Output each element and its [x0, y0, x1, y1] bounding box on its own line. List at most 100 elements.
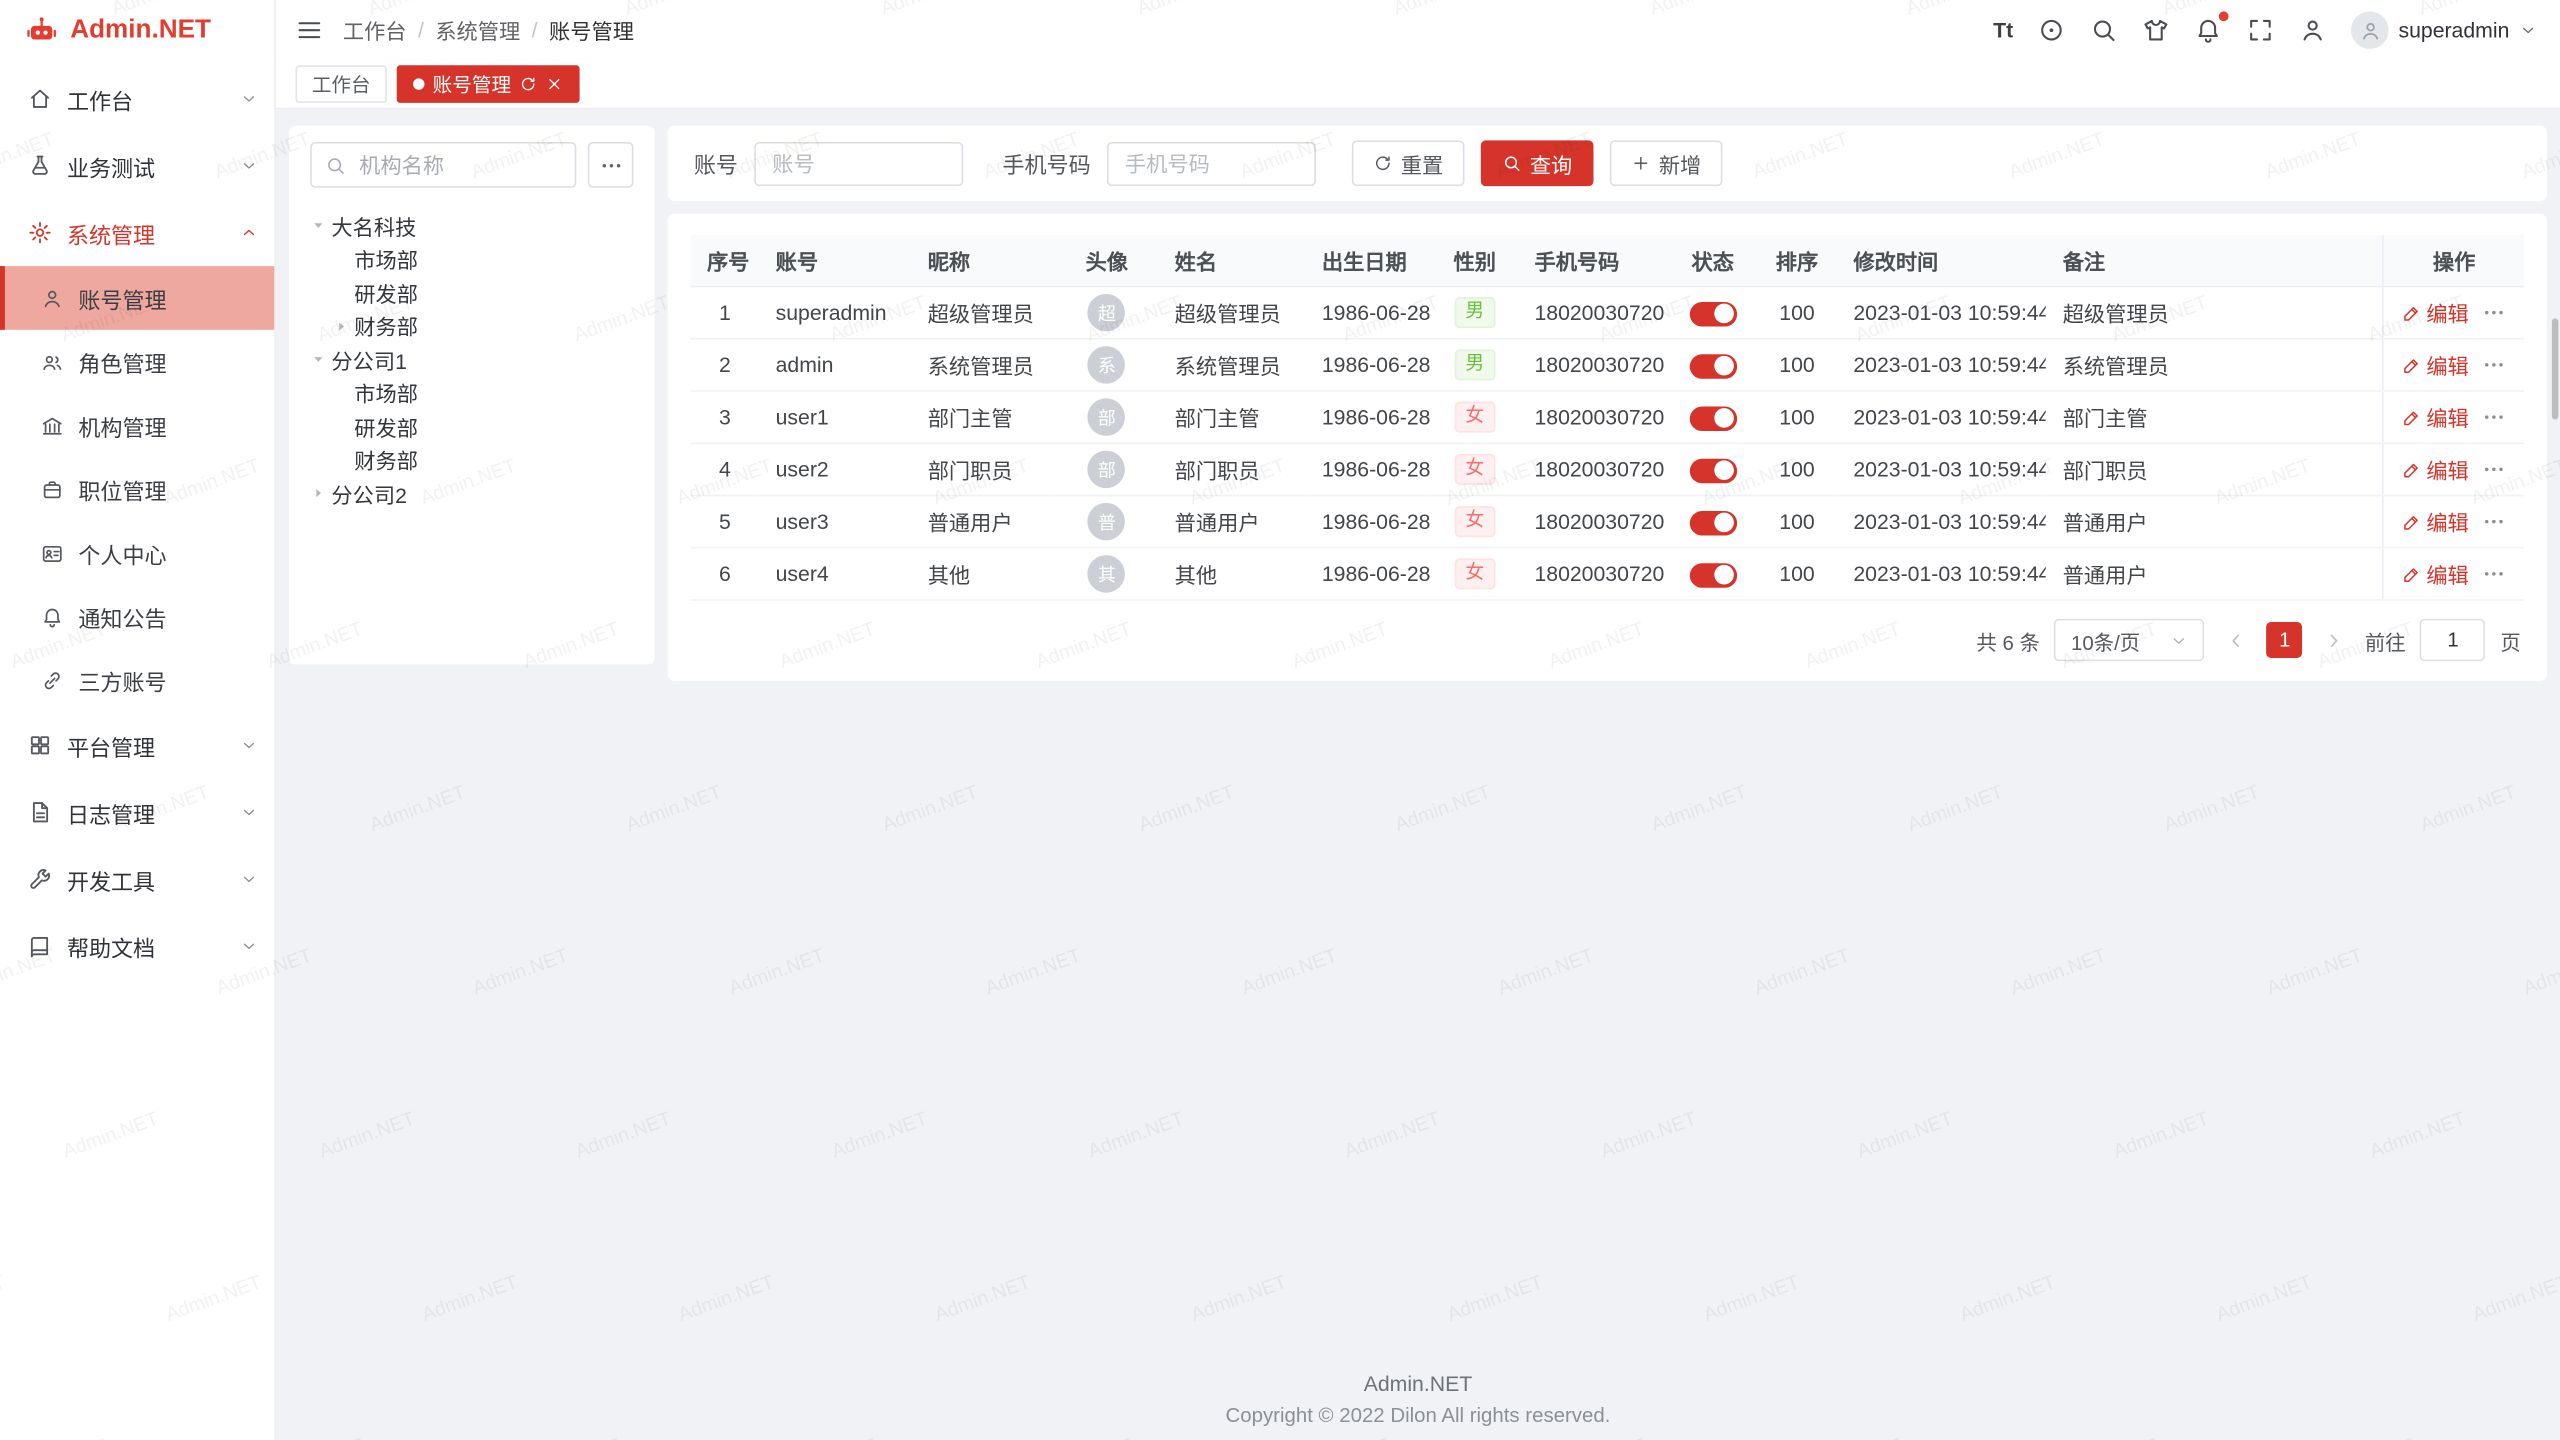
sidebar-item-help-docs[interactable]: 帮助文档 — [0, 913, 274, 980]
tree-node[interactable]: 分公司1 — [310, 343, 633, 376]
tree-expand-icon[interactable] — [310, 485, 326, 501]
notification-button[interactable] — [2194, 16, 2222, 44]
screen-record-button[interactable] — [2038, 16, 2066, 44]
cell-actions: 编辑 — [2383, 548, 2524, 600]
add-label: 新增 — [1659, 148, 1701, 179]
org-search-input[interactable] — [356, 151, 562, 179]
table-row: 6user4其他其其他1986-06-28女180200307201002023… — [691, 548, 2524, 600]
gender-tag: 女 — [1454, 402, 1496, 433]
search-button[interactable]: 查询 — [1481, 140, 1594, 186]
breadcrumb-item[interactable]: 系统管理 — [435, 15, 520, 46]
sidebar-item-workbench[interactable]: 工作台 — [0, 65, 274, 132]
edit-button[interactable]: 编辑 — [2402, 402, 2469, 433]
tree-expand-icon[interactable] — [333, 318, 349, 334]
user-menu[interactable]: superadmin — [2351, 11, 2537, 49]
search-icon — [2090, 16, 2118, 44]
logo[interactable]: Admin.NET — [0, 0, 274, 60]
tree-node[interactable]: 市场部 — [310, 376, 633, 409]
row-more-button[interactable] — [2482, 405, 2506, 429]
tab-account-management[interactable]: 账号管理 — [397, 65, 580, 103]
menu-toggle-button[interactable] — [296, 16, 324, 44]
cell-nickname: 超级管理员 — [911, 287, 1055, 339]
tree-node[interactable]: 研发部 — [310, 276, 633, 309]
font-size-button[interactable]: Tt — [1993, 18, 2013, 42]
edit-button[interactable]: 编辑 — [2402, 558, 2469, 589]
avatar: 其 — [1088, 555, 1126, 593]
prev-page-button[interactable] — [2220, 622, 2253, 658]
tree-node[interactable]: 研发部 — [310, 410, 633, 443]
tab-workbench[interactable]: 工作台 — [296, 65, 387, 103]
sidebar-item-dev-tools[interactable]: 开发工具 — [0, 846, 274, 913]
edit-button[interactable]: 编辑 — [2402, 454, 2469, 485]
tree-node[interactable]: 分公司2 — [310, 477, 633, 510]
fullscreen-button[interactable] — [2247, 16, 2275, 44]
search-icon — [325, 154, 346, 175]
sidebar-item-position-management[interactable]: 职位管理 — [0, 457, 274, 521]
breadcrumb-separator: / — [418, 18, 424, 42]
status-toggle[interactable] — [1689, 510, 1736, 534]
menu-icon — [296, 16, 324, 44]
row-more-button[interactable] — [2482, 562, 2506, 586]
tree-expand-icon[interactable] — [310, 218, 326, 234]
scrollbar-thumb[interactable] — [2552, 318, 2559, 419]
sidebar-item-third-party-account[interactable]: 三方账号 — [0, 648, 274, 712]
sidebar-item-notice[interactable]: 通知公告 — [0, 584, 274, 648]
row-more-button[interactable] — [2482, 509, 2506, 533]
tree-expand-icon[interactable] — [310, 351, 326, 367]
cell-gender: 男 — [1431, 339, 1518, 391]
edit-button[interactable]: 编辑 — [2402, 506, 2469, 537]
row-more-button[interactable] — [2482, 300, 2506, 324]
next-page-button[interactable] — [2318, 622, 2351, 658]
briefcase-icon — [41, 478, 64, 501]
sidebar-item-platform-management[interactable]: 平台管理 — [0, 712, 274, 779]
page-size-select[interactable]: 10条/页 — [2055, 619, 2205, 661]
status-toggle[interactable] — [1689, 563, 1736, 587]
sidebar-item-org-management[interactable]: 机构管理 — [0, 393, 274, 457]
tree-more-button[interactable] — [588, 142, 634, 188]
page-root: Admin.NET 工作台业务测试系统管理账号管理角色管理机构管理职位管理个人中… — [0, 0, 2560, 1440]
status-toggle[interactable] — [1689, 406, 1736, 430]
edit-button[interactable]: 编辑 — [2402, 349, 2469, 380]
page-1-button[interactable]: 1 — [2267, 622, 2303, 658]
cell-modified: 2023-01-03 10:59:44 — [1837, 391, 2046, 443]
avatar: 超 — [1088, 294, 1126, 332]
tree-node[interactable]: 大名科技 — [310, 209, 633, 242]
table-row: 4user2部门职员部部门职员1986-06-28女18020030720100… — [691, 443, 2524, 495]
add-button[interactable]: 新增 — [1610, 140, 1723, 186]
status-toggle[interactable] — [1689, 458, 1736, 482]
tree-node[interactable]: 财务部 — [310, 443, 633, 476]
sidebar-item-business-test[interactable]: 业务测试 — [0, 132, 274, 199]
tree-node-label: 研发部 — [354, 411, 418, 442]
sidebar-item-system-management[interactable]: 系统管理 — [0, 199, 274, 266]
row-more-button[interactable] — [2482, 353, 2506, 377]
column-header: 排序 — [1757, 235, 1837, 286]
phone-input[interactable] — [1107, 141, 1316, 185]
tree-node[interactable]: 市场部 — [310, 242, 633, 275]
sidebar-item-log-management[interactable]: 日志管理 — [0, 779, 274, 846]
edit-button[interactable]: 编辑 — [2402, 297, 2469, 328]
status-toggle[interactable] — [1689, 301, 1736, 325]
breadcrumb-item[interactable]: 账号管理 — [549, 15, 634, 46]
account-input[interactable] — [754, 141, 963, 185]
tab-close-icon[interactable] — [545, 75, 563, 93]
goto-page-input[interactable] — [2420, 619, 2485, 661]
cell-no: 1 — [691, 287, 760, 339]
sidebar-item-role-management[interactable]: 角色管理 — [0, 330, 274, 394]
profile-shortcut-button[interactable] — [2299, 16, 2327, 44]
tree-node[interactable]: 财务部 — [310, 309, 633, 342]
avatar: 部 — [1088, 451, 1126, 489]
cell-name: 其他 — [1158, 548, 1305, 600]
breadcrumb-item[interactable]: 工作台 — [343, 15, 407, 46]
sidebar-item-personal-center[interactable]: 个人中心 — [0, 521, 274, 585]
reset-button[interactable]: 重置 — [1352, 140, 1465, 186]
theme-button[interactable] — [2142, 16, 2170, 44]
row-more-button[interactable] — [2482, 457, 2506, 481]
global-search-button[interactable] — [2090, 16, 2118, 44]
avatar: 普 — [1088, 503, 1126, 541]
status-toggle[interactable] — [1689, 354, 1736, 378]
tab-refresh-icon[interactable] — [519, 75, 537, 93]
cell-sort: 100 — [1757, 548, 1837, 600]
username: superadmin — [2398, 18, 2509, 42]
sidebar-item-account-management[interactable]: 账号管理 — [0, 266, 274, 330]
plus-icon — [1631, 153, 1651, 173]
